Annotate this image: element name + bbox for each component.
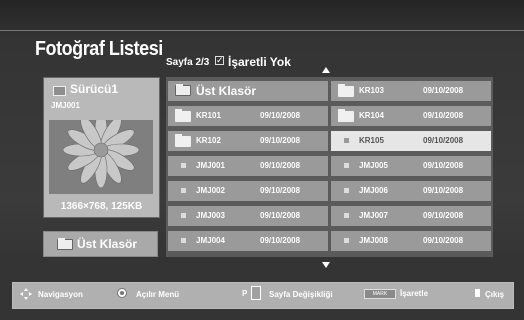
up-folder-icon — [57, 238, 73, 250]
file-grid: Üst Klasör KR103 09/10/2008 KR101 09/10/… — [166, 77, 493, 257]
item-name: JMJ004 — [196, 236, 225, 245]
item-date: 09/10/2008 — [423, 186, 464, 195]
exit-key-icon — [475, 289, 480, 297]
item-name: JMJ008 — [359, 236, 388, 245]
photo-thumbnail — [49, 120, 153, 194]
up-folder-button[interactable]: Üst Klasör — [43, 231, 158, 257]
footer-help-bar — [12, 282, 514, 309]
file-icon — [344, 163, 349, 168]
marked-status: İşaretli Yok — [228, 55, 291, 69]
scroll-up-arrow-icon[interactable] — [322, 67, 330, 73]
footer-exit: Çıkış — [485, 290, 505, 299]
footer-navigation: Navigasyon — [38, 290, 83, 299]
preview-panel: Sürücü1 JMJ001 1366×768, 125KB — [43, 77, 160, 218]
drive-icon — [53, 86, 66, 96]
file-item[interactable]: JMJ002 09/10/2008 — [168, 181, 328, 201]
drive-name: Sürücü1 — [70, 82, 119, 96]
file-item[interactable]: JMJ004 09/10/2008 — [168, 231, 328, 251]
file-icon — [344, 238, 349, 243]
header-divider — [0, 30, 524, 31]
navigation-arrows-icon — [20, 288, 32, 300]
flower-thumbnail-image — [49, 120, 153, 194]
folder-icon — [175, 134, 191, 147]
checkbox-icon: ✓ — [215, 55, 224, 65]
item-name: JMJ003 — [196, 211, 225, 220]
file-item[interactable]: JMJ001 09/10/2008 — [168, 156, 328, 176]
item-date: 09/10/2008 — [260, 211, 301, 220]
item-name: Üst Klasör — [196, 84, 257, 98]
folder-item[interactable]: KR102 09/10/2008 — [168, 131, 328, 151]
file-icon — [181, 213, 186, 218]
item-date: 09/10/2008 — [260, 136, 301, 145]
item-date: 09/10/2008 — [423, 236, 464, 245]
up-folder-item[interactable]: Üst Klasör — [168, 81, 328, 101]
item-name: JMJ006 — [359, 186, 388, 195]
file-item[interactable]: JMJ007 09/10/2008 — [331, 206, 491, 226]
up-folder-icon — [175, 84, 191, 96]
file-item[interactable]: JMJ005 09/10/2008 — [331, 156, 491, 176]
item-date: 09/10/2008 — [423, 211, 464, 220]
item-name: KR101 — [196, 111, 221, 120]
folder-icon — [175, 109, 191, 122]
item-name: KR103 — [359, 86, 384, 95]
item-date: 09/10/2008 — [423, 111, 464, 120]
footer-open-menu: Açılır Menü — [136, 290, 180, 299]
item-name: KR104 — [359, 111, 384, 120]
item-name: KR102 — [196, 136, 221, 145]
folder-item[interactable]: KR101 09/10/2008 — [168, 106, 328, 126]
page-indicator: Sayfa 2/3 — [166, 57, 210, 68]
resolution-info: 1366×768, 125KB — [60, 201, 143, 212]
photo-list-screen: Fotoğraf Listesi Sayfa 2/3 ✓ İşaretli Yo… — [0, 0, 524, 320]
scroll-down-arrow-icon[interactable] — [322, 262, 330, 268]
item-date: 09/10/2008 — [260, 111, 301, 120]
item-name: JMJ007 — [359, 211, 388, 220]
item-name: JMJ002 — [196, 186, 225, 195]
folder-item[interactable]: KR104 09/10/2008 — [331, 106, 491, 126]
item-date: 09/10/2008 — [423, 86, 464, 95]
file-icon — [344, 138, 349, 143]
file-icon — [344, 213, 349, 218]
file-icon — [181, 163, 186, 168]
item-date: 09/10/2008 — [260, 236, 301, 245]
mark-key-icon: MARK — [364, 289, 396, 299]
folder-icon — [338, 109, 354, 122]
folder-icon — [338, 84, 354, 97]
item-name: KR105 — [359, 136, 384, 145]
file-icon — [181, 188, 186, 193]
item-date: 09/10/2008 — [423, 161, 464, 170]
preview-file-name: JMJ001 — [51, 101, 80, 110]
page-title: Fotoğraf Listesi — [35, 38, 163, 60]
file-item[interactable]: JMJ006 09/10/2008 — [331, 181, 491, 201]
item-date: 09/10/2008 — [260, 186, 301, 195]
item-date: 09/10/2008 — [423, 136, 464, 145]
footer-mark: İşaretle — [400, 289, 429, 298]
file-icon — [344, 188, 349, 193]
item-name: JMJ001 — [196, 161, 225, 170]
ok-button-icon — [117, 288, 127, 298]
file-item-selected[interactable]: KR105 09/10/2008 — [331, 131, 491, 151]
footer-page-change: Sayfa Değişikliği — [269, 290, 333, 299]
file-icon — [181, 238, 186, 243]
page-key-label: P — [242, 289, 248, 298]
file-item[interactable]: JMJ003 09/10/2008 — [168, 206, 328, 226]
item-date: 09/10/2008 — [260, 161, 301, 170]
page-updown-icon — [251, 286, 261, 300]
up-folder-button-label: Üst Klasör — [77, 237, 138, 251]
folder-item[interactable]: KR103 09/10/2008 — [331, 81, 491, 101]
file-item[interactable]: JMJ008 09/10/2008 — [331, 231, 491, 251]
item-name: JMJ005 — [359, 161, 388, 170]
